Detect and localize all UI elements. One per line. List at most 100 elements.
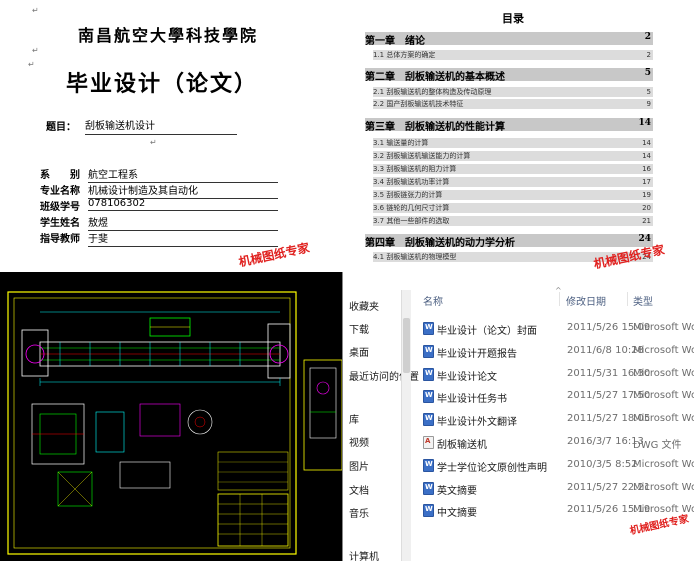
toc-entry-text: 3.1 输送量的计算 [373, 139, 429, 147]
toc-item[interactable]: 3.2 刮板输送机输送能力的计算 14 [373, 151, 653, 161]
toc-entry-page: 9 [646, 100, 651, 108]
toc-entry-text: 3.2 刮板输送机输送能力的计算 [373, 152, 471, 160]
advisor-value: 于斐 [88, 230, 278, 247]
major-value: 机械设计制造及其自动化 [88, 182, 278, 199]
toc-item[interactable]: 2.1 刮板输送机的整体构造及传动原理 5 [373, 87, 653, 97]
department-label: 系 别 [40, 170, 80, 181]
file-row[interactable]: 毕业设计（论文）封面2011/5/26 15:09Microsoft Wor [413, 318, 694, 340]
nav-documents[interactable]: 文档 [349, 482, 369, 497]
navigation-scrollbar[interactable] [401, 290, 411, 561]
toc-item[interactable]: 3.4 刮板输送机功率计算 17 [373, 177, 653, 187]
file-type: Microsoft Wor [633, 390, 694, 402]
nav-downloads[interactable]: 下载 [349, 321, 369, 336]
file-row[interactable]: 毕业设计开题报告2011/6/8 10:28Microsoft Wor [413, 341, 694, 363]
file-type: DWG 文件 [633, 440, 682, 451]
nav-computer[interactable]: 计算机 [349, 548, 379, 561]
toc-item[interactable]: 2.2 国产刮板输送机技术特征 9 [373, 99, 653, 109]
file-name: 毕业设计外文翻译 [437, 417, 517, 429]
word-document-icon [423, 504, 434, 518]
nav-favorites[interactable]: 收藏夹 [349, 298, 379, 313]
column-header: 名称 ^ 修改日期 类型 [413, 286, 694, 308]
toc-entry-text: 3.6 链轮的几何尺寸计算 [373, 204, 450, 212]
file-row[interactable]: 毕业设计任务书2011/5/27 17:50Microsoft Wor [413, 386, 694, 408]
topic-label: 题目： [46, 122, 76, 133]
toc-entry-page: 20 [642, 204, 651, 212]
class-id-label: 班级学号 [40, 202, 80, 213]
toc-entry-page: 16 [642, 165, 651, 173]
toc-entry-page: 21 [642, 217, 651, 225]
file-type: Microsoft Wor [633, 367, 694, 379]
cad-drawing-viewport[interactable] [0, 272, 342, 561]
file-row[interactable]: 刮板输送机2016/3/7 16:13DWG 文件 [413, 432, 694, 454]
file-type: Microsoft Wor [633, 322, 694, 333]
toc-entry-page: 17 [642, 178, 651, 186]
scraper-conveyor-drawing [0, 272, 342, 561]
toc-entry-text: 3.5 刮板链张力的计算 [373, 191, 443, 199]
nav-videos[interactable]: 视频 [349, 434, 369, 449]
toc-entry-page: 5 [644, 68, 651, 78]
toc-item[interactable]: 3.7 其他一些部件的选取 21 [373, 216, 653, 226]
toc-entry-text: 第四章 刮板输送机的动力学分析 [365, 238, 515, 247]
university-name: 南昌航空大學科技學院 [78, 26, 259, 45]
column-date-modified[interactable]: 修改日期 [566, 293, 606, 308]
file-explorer-window: 收藏夹 下载 桌面 最近访问的位置 库 视频 图片 文档 音乐 计算机 名称 ^… [342, 272, 694, 561]
column-type[interactable]: 类型 [633, 293, 653, 308]
word-document-icon [423, 458, 434, 472]
nav-desktop[interactable]: 桌面 [349, 344, 369, 359]
toc-entry-text: 第三章 刮板输送机的性能计算 [365, 122, 505, 131]
department-value: 航空工程系 [88, 166, 278, 183]
file-type: Microsoft Wor [633, 481, 694, 493]
file-name: 毕业设计任务书 [437, 394, 507, 406]
file-row[interactable]: 毕业设计外文翻译2011/5/27 18:05Microsoft Wor [413, 409, 694, 431]
student-label: 学生姓名 [40, 218, 80, 229]
nav-music[interactable]: 音乐 [349, 505, 369, 520]
student-value: 敖煜 [88, 214, 278, 231]
file-name: 学士学位论文原创性声明 [437, 462, 547, 474]
toc-item[interactable]: 3.3 刮板输送机的阻力计算 16 [373, 164, 653, 174]
toc-chapter[interactable]: 第四章 刮板输送机的动力学分析 24 [365, 234, 653, 247]
table-of-contents-page: 目录 第一章 绪论 2 1.1 总体方案的确定 2 第二章 刮板输送机的基本概述 5 2.1… [335, 0, 694, 273]
toc-entry-text: 3.4 刮板输送机功率计算 [373, 178, 450, 186]
toc-entry-page: 19 [642, 191, 651, 199]
file-name: 英文摘要 [437, 485, 477, 497]
toc-entry-text: 3.3 刮板输送机的阻力计算 [373, 165, 457, 173]
toc-entry-page: 14 [642, 152, 651, 160]
file-row[interactable]: 学士学位论文原创性声明 2010/3/5 8:52Microsoft Wor [413, 455, 694, 477]
file-name: 毕业设计（论文）封面 [437, 326, 537, 337]
paragraph-mark: ↵ [32, 46, 39, 55]
paragraph-mark: ↵ [32, 6, 39, 15]
word-document-icon [423, 413, 434, 427]
file-type: Microsoft Wor [633, 413, 694, 425]
toc-entry-text: 第一章 绪论 [365, 36, 425, 45]
toc-entry-page: 2 [646, 51, 651, 59]
toc-item[interactable]: 3.5 刮板链张力的计算 19 [373, 190, 653, 200]
word-document-icon [423, 481, 434, 495]
toc-chapter[interactable]: 第二章 刮板输送机的基本概述 5 [365, 68, 653, 81]
file-name: 毕业设计论文 [437, 371, 497, 383]
toc-entry-page: 2 [644, 32, 651, 42]
file-type: Microsoft Wor [633, 458, 694, 470]
toc-item[interactable]: 1.1 总体方案的确定 2 [373, 50, 653, 60]
paragraph-mark: ↵ [150, 138, 157, 147]
toc-entry-text: 2.2 国产刮板输送机技术特征 [373, 100, 464, 108]
toc-item[interactable]: 3.1 输送量的计算 14 [373, 138, 653, 148]
thesis-cover-page: ↵ ↵ ↵ 南昌航空大學科技學院 毕业设计（论文） 题目： 刮板输送机设计 ↵ … [0, 0, 336, 273]
class-id-value: 078106302 [88, 198, 278, 211]
scrollbar-thumb[interactable] [403, 318, 410, 373]
column-name[interactable]: 名称 [423, 293, 443, 308]
navigation-pane: 收藏夹 下载 桌面 最近访问的位置 库 视频 图片 文档 音乐 计算机 [343, 272, 419, 561]
word-document-icon [423, 344, 434, 358]
toc-entry-text: 3.7 其他一些部件的选取 [373, 217, 450, 225]
toc-entry-page: 14 [642, 139, 651, 147]
nav-pictures[interactable]: 图片 [349, 458, 369, 473]
file-row[interactable]: 英文摘要2011/5/27 22:21Microsoft Wor [413, 478, 694, 500]
toc-chapter[interactable]: 第三章 刮板输送机的性能计算 14 [365, 118, 653, 131]
file-row[interactable]: 毕业设计论文2011/5/31 16:30Microsoft Wor [413, 364, 694, 386]
file-date-modified: 2010/3/5 8:52 [567, 458, 638, 470]
toc-item[interactable]: 3.6 链轮的几何尺寸计算 20 [373, 203, 653, 213]
word-document-icon [423, 390, 434, 404]
nav-libraries[interactable]: 库 [349, 411, 359, 426]
toc-chapter[interactable]: 第一章 绪论 2 [365, 32, 653, 45]
cover-title: 毕业设计（论文） [66, 71, 259, 97]
toc-entry-text: 第二章 刮板输送机的基本概述 [365, 72, 505, 81]
